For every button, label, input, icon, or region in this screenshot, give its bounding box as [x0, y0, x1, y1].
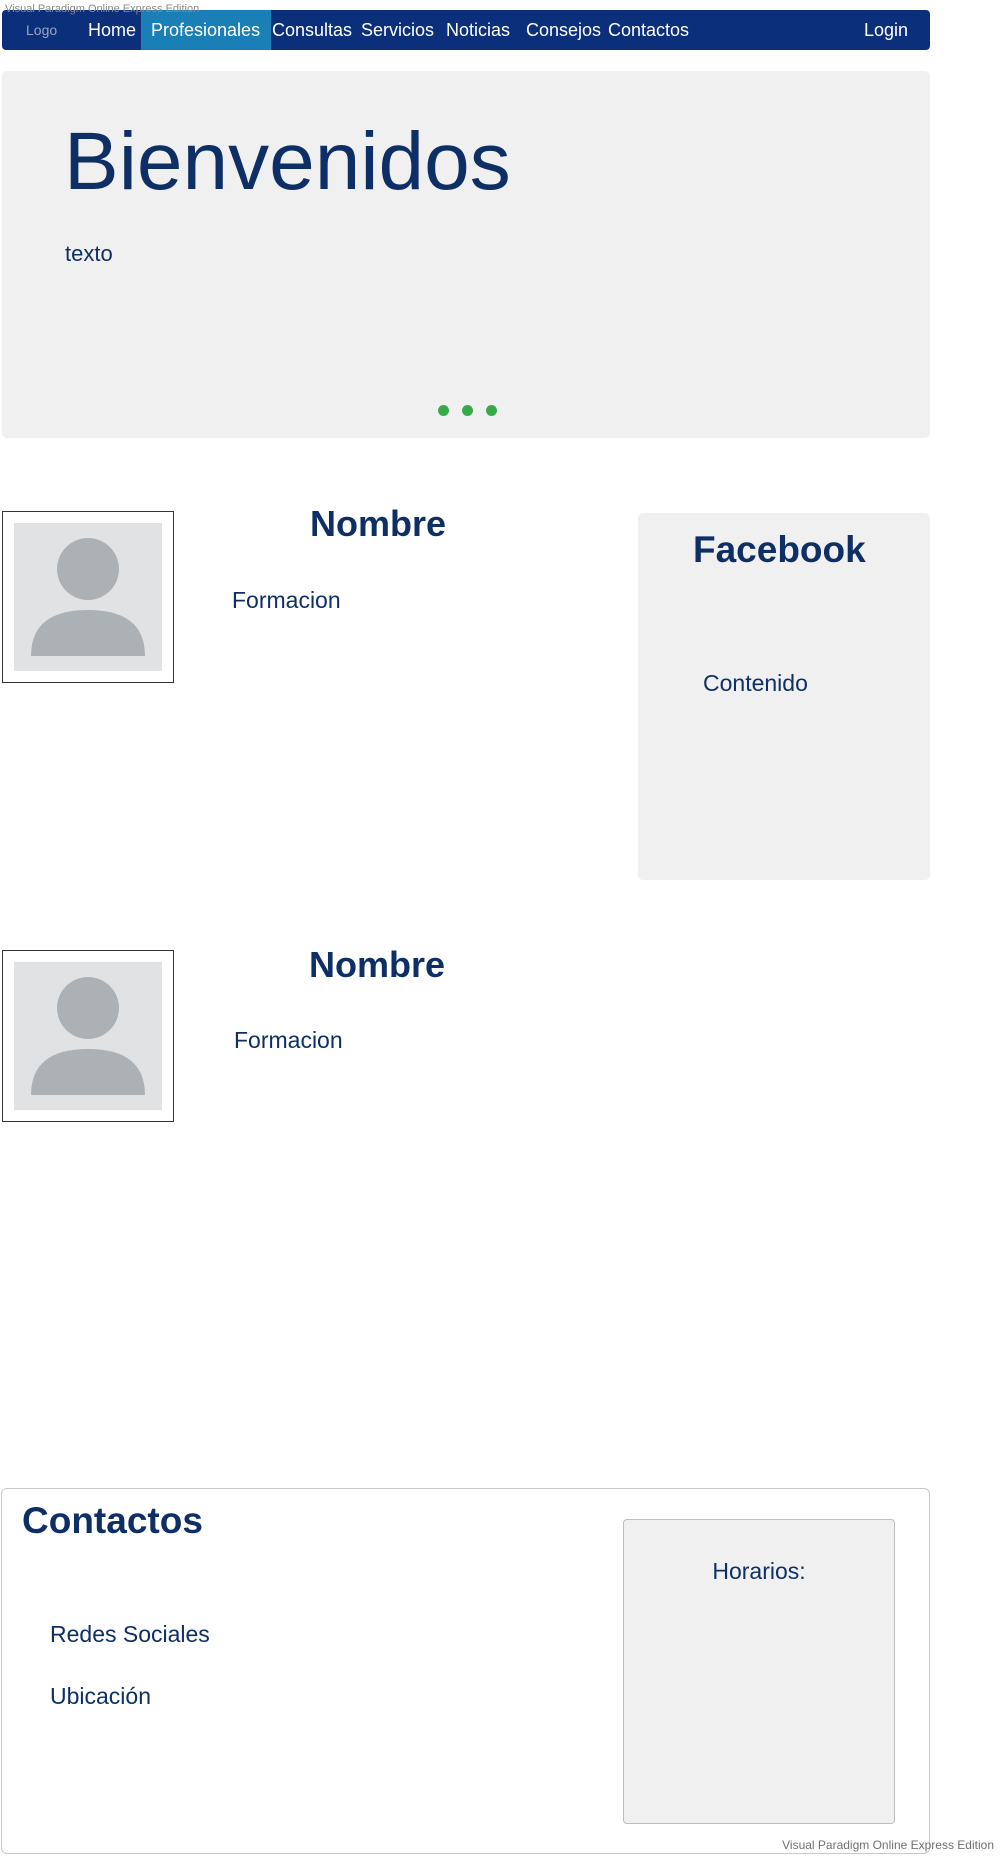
hero-title: Bienvenidos	[64, 116, 511, 207]
nav-item-home[interactable]: Home	[88, 10, 136, 50]
hours-label: Horarios:	[712, 1558, 806, 1584]
logo[interactable]: Logo	[26, 10, 57, 50]
login-button[interactable]: Login	[864, 10, 908, 50]
nav-item-consultas[interactable]: Consultas	[272, 10, 352, 50]
professional-training: Formacion	[234, 1027, 343, 1053]
facebook-title: Facebook	[693, 529, 866, 570]
avatar	[2, 950, 174, 1122]
top-navbar: Logo Home Profesionales Consultas Servic…	[2, 10, 930, 50]
facebook-content: Contenido	[703, 670, 808, 696]
nav-item-consejos[interactable]: Consejos	[526, 10, 601, 50]
nav-item-contactos[interactable]: Contactos	[608, 10, 689, 50]
contact-section: Contactos Redes Sociales Ubicación Horar…	[1, 1488, 930, 1854]
contact-title: Contactos	[22, 1500, 203, 1541]
facebook-panel: Facebook Contenido	[638, 513, 930, 880]
watermark-bottom: Visual Paradigm Online Express Edition	[782, 1838, 994, 1852]
avatar	[2, 511, 174, 683]
location-link[interactable]: Ubicación	[50, 1683, 151, 1710]
carousel-dot-1[interactable]	[438, 405, 449, 416]
nav-item-noticias[interactable]: Noticias	[446, 10, 510, 50]
hero-carousel: Bienvenidos texto	[2, 71, 930, 438]
nav-item-profesionales[interactable]: Profesionales	[141, 10, 271, 50]
professional-name: Nombre	[310, 503, 447, 544]
social-networks-link[interactable]: Redes Sociales	[50, 1621, 210, 1648]
professional-training: Formacion	[232, 587, 341, 613]
nav-item-servicios[interactable]: Servicios	[361, 10, 434, 50]
avatar-placeholder-icon	[14, 523, 162, 671]
professional-name: Nombre	[309, 944, 446, 985]
carousel-dot-2[interactable]	[462, 405, 473, 416]
watermark-top: Visual Paradigm Online Express Edition	[5, 3, 200, 15]
carousel-dot-3[interactable]	[486, 405, 497, 416]
hours-panel: Horarios:	[623, 1519, 895, 1824]
avatar-placeholder-icon	[14, 962, 162, 1110]
hero-text: texto	[65, 241, 113, 266]
